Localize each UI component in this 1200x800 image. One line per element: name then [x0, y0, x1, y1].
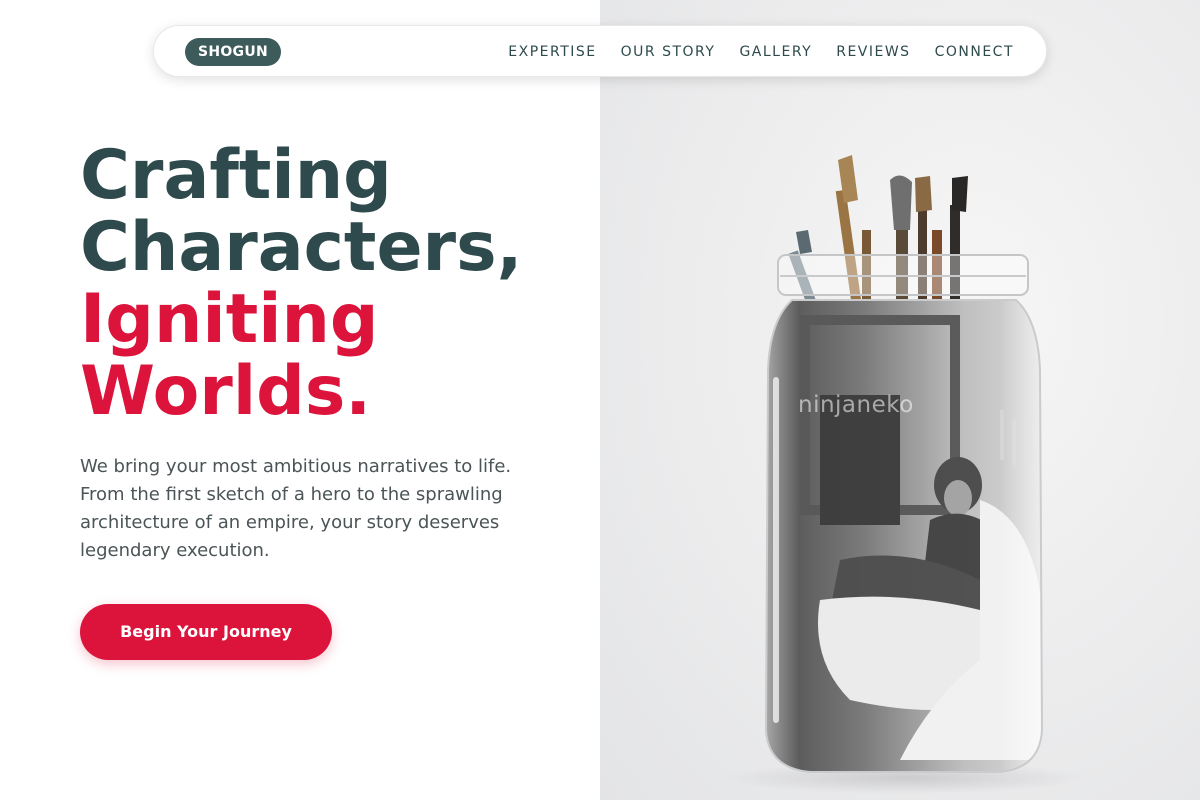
- headline-line-3: Igniting: [80, 280, 379, 359]
- headline-line-4: Worlds.: [80, 352, 372, 431]
- jar-illustration: ninjaneko: [725, 155, 1085, 794]
- nav-link-gallery[interactable]: GALLERY: [739, 44, 812, 60]
- hero-headline: Crafting Characters, Igniting Worlds.: [80, 140, 600, 428]
- nav-links: EXPERTISE OUR STORY GALLERY REVIEWS CONN…: [508, 26, 1014, 78]
- nav-link-expertise[interactable]: EXPERTISE: [508, 44, 596, 60]
- headline-line-1: Crafting: [80, 136, 392, 215]
- begin-journey-button[interactable]: Begin Your Journey: [80, 604, 332, 660]
- nav-link-our-story[interactable]: OUR STORY: [621, 44, 716, 60]
- nav-link-connect[interactable]: CONNECT: [935, 44, 1014, 60]
- hero-description: We bring your most ambitious narratives …: [80, 456, 512, 561]
- headline-line-2: Characters,: [80, 208, 523, 287]
- navbar: SHOGUN EXPERTISE OUR STORY GALLERY REVIE…: [153, 25, 1047, 77]
- image-watermark: ninjaneko: [798, 392, 914, 418]
- nav-link-reviews[interactable]: REVIEWS: [836, 44, 910, 60]
- logo-button[interactable]: SHOGUN: [185, 38, 281, 66]
- hero-image: ninjaneko: [600, 0, 1200, 800]
